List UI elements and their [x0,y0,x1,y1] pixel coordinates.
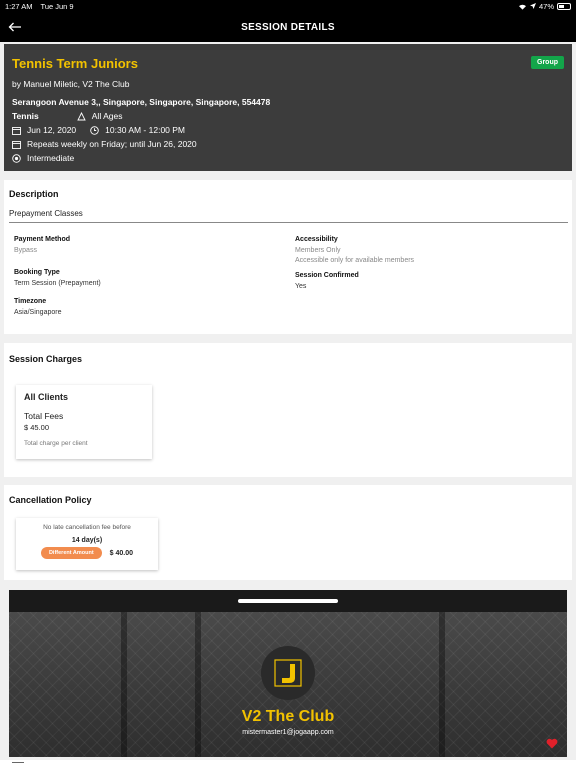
fee-amount: $ 45.00 [24,423,50,432]
cancellation-note: No late cancellation fee before [43,524,131,531]
cancellation-amount-row: Different Amount $ 40.00 [16,547,158,559]
repeat-calendar-icon [12,140,21,149]
accessibility-label: Accessibility [295,236,338,243]
session-name: Tennis Term Juniors [12,56,138,71]
age-text: All Ages [91,111,123,121]
club-name: V2 The Club [241,708,335,725]
level-row: Intermediate [12,151,564,165]
fee-note: Total charge per client [24,440,88,447]
battery-icon [557,2,571,10]
booking-type-value: Term Session (Prepayment) [14,280,101,287]
club-logo [261,646,315,700]
different-amount-pill[interactable]: Different Amount [40,547,102,559]
page-title: SESSION DETAILS [241,21,335,33]
session-charges-card: Session Charges All Clients Total Fees $… [4,343,572,477]
accessibility-note: Accessible only for available members [295,257,415,264]
description-subtitle: Prepayment Classes [9,209,83,218]
club-email: mistermaster1@jogaapp.com [242,729,334,736]
club-logo-icon [274,659,302,687]
fee-box: All Clients Total Fees $ 45.00 Total cha… [16,385,152,459]
session-host: by Manuel Miletic, V2 The Club [12,77,564,91]
battery-percent: 47% [538,1,554,11]
description-title: Description [9,189,59,199]
session-confirmed-label: Session Confirmed [295,272,359,279]
repeat-text: Repeats weekly on Friday; until Jun 26, … [27,139,197,149]
bottom-strip [0,760,576,768]
booking-type-label: Booking Type [14,269,60,276]
wifi-icon [518,4,526,10]
level-icon [12,153,21,163]
status-bar: 1:27 AM Tue Jun 9 47% [0,0,576,12]
host-text: by Manuel Miletic, V2 The Club [12,79,130,89]
accessibility: Accessibility Members Only Accessible on… [295,236,414,264]
session-confirmed: Session Confirmed Yes [295,272,359,290]
payment-method-value: Bypass [14,247,37,254]
sport-age-row: Tennis All Ages [12,109,564,123]
fee-label: Total Fees [24,411,64,421]
date-time-row: Jun 12, 2020 10:30 AM - 12:00 PM [12,123,564,137]
booking-type: Booking Type Term Session (Prepayment) [14,269,101,287]
session-type-badge: Group [531,56,564,69]
session-charges-title: Session Charges [9,354,83,364]
status-time: 1:27 AM [5,1,33,11]
session-address: Serangoon Avenue 3,, Singapore, Singapor… [12,95,564,109]
cancellation-title: Cancellation Policy [9,495,92,505]
payment-method: Payment Method Bypass [14,236,70,254]
session-header-card: Tennis Term Juniors Group by Manuel Mile… [4,44,572,171]
session-confirmed-value: Yes [295,283,307,290]
repeat-row: Repeats weekly on Friday; until Jun 26, … [12,137,564,151]
address-text: Serangoon Avenue 3,, Singapore, Singapor… [12,97,271,107]
back-button[interactable] [6,18,24,36]
club-background-image: V2 The Club mistermaster1@jogaapp.com [9,612,567,757]
nav-bar: SESSION DETAILS [0,12,576,42]
payment-method-label: Payment Method [14,236,71,243]
cancellation-days: 14 day(s) [71,537,103,544]
timezone: Timezone Asia/Singapore [14,298,61,316]
description-card: Description Prepayment Classes Payment M… [4,180,572,334]
cancellation-box: No late cancellation fee before 14 day(s… [16,518,158,570]
club-card[interactable]: V2 The Club mistermaster1@jogaapp.com [9,590,567,757]
accessibility-value: Members Only [295,247,341,254]
time-text: 10:30 AM - 12:00 PM [105,125,186,135]
cancellation-policy-card: Cancellation Policy No late cancellation… [4,485,572,580]
club-card-header [9,590,567,612]
calendar-icon [12,126,21,135]
bottom-indicator [12,762,24,763]
age-icon [77,111,86,121]
drag-handle[interactable] [238,599,338,603]
clock-icon [90,125,99,135]
date-text: Jun 12, 2020 [27,125,77,135]
favorite-heart-icon[interactable] [546,738,558,749]
timezone-label: Timezone [14,298,47,305]
timezone-value: Asia/Singapore [14,309,62,316]
sport-text: Tennis [12,111,39,121]
level-text: Intermediate [27,153,75,163]
back-arrow-icon [8,22,21,32]
fee-box-title: All Clients [24,392,69,402]
location-icon [529,3,536,9]
divider [9,222,568,223]
cancellation-amount: $ 40.00 [109,549,134,557]
status-date: Tue Jun 9 [40,1,74,11]
